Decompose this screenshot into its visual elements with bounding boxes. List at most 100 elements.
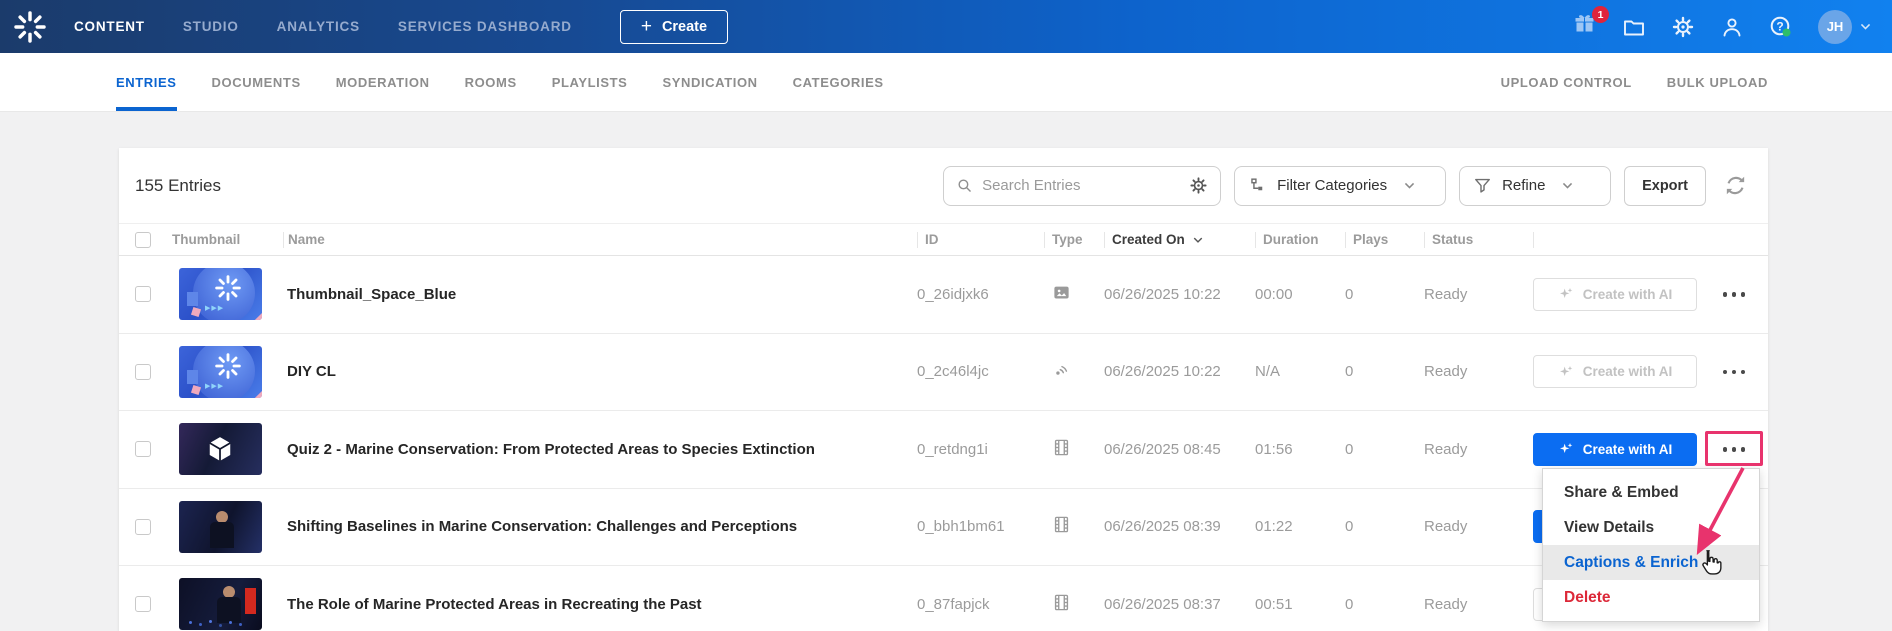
table-header: Thumbnail Name ID Type Created On Durati… xyxy=(119,223,1768,256)
filter-categories-label: Filter Categories xyxy=(1277,177,1387,194)
thumbnail-image[interactable] xyxy=(179,501,262,553)
refresh-icon[interactable] xyxy=(1723,173,1748,198)
nav-item-services-dashboard[interactable]: SERVICES DASHBOARD xyxy=(398,19,572,34)
tab-categories[interactable]: CATEGORIES xyxy=(793,53,884,111)
chevron-down-icon xyxy=(1561,179,1574,192)
tab-rooms[interactable]: ROOMS xyxy=(465,53,517,111)
gift-icon[interactable]: 1 xyxy=(1572,12,1597,41)
refine-dropdown[interactable]: Refine xyxy=(1459,166,1611,206)
search-box[interactable] xyxy=(943,166,1221,206)
row-checkbox[interactable] xyxy=(135,286,151,302)
entries-toolbar: 155 Entries Filter Categories Refine Exp… xyxy=(119,148,1768,223)
create-button[interactable]: + Create xyxy=(620,10,728,44)
tab-upload-control[interactable]: UPLOAD CONTROL xyxy=(1501,53,1632,111)
thumbnail-image[interactable] xyxy=(179,423,262,475)
entry-plays: 0 xyxy=(1345,441,1424,458)
col-status[interactable]: Status xyxy=(1424,232,1533,248)
quiz-cube-icon xyxy=(205,434,235,464)
entry-name[interactable]: The Role of Marine Protected Areas in Re… xyxy=(283,596,917,613)
entry-name[interactable]: DIY CL xyxy=(283,363,917,380)
create-with-ai-button: Create with AI xyxy=(1533,355,1697,388)
thumbnail-image[interactable]: ▶▶▶ xyxy=(179,346,262,398)
row-actions-menu: Share & Embed View Details Captions & En… xyxy=(1542,468,1760,622)
more-actions-button[interactable] xyxy=(1712,282,1756,307)
notification-badge: 1 xyxy=(1592,6,1609,23)
sparkle-icon xyxy=(1558,441,1574,457)
entry-duration: 01:56 xyxy=(1255,441,1345,458)
more-actions-button[interactable] xyxy=(1712,437,1756,462)
entry-name[interactable]: Thumbnail_Space_Blue xyxy=(283,286,917,303)
entry-plays: 0 xyxy=(1345,596,1424,613)
table-row: Shifting Baselines in Marine Conservatio… xyxy=(119,489,1768,567)
nav-item-analytics[interactable]: ANALYTICS xyxy=(277,19,360,34)
row-checkbox[interactable] xyxy=(135,519,151,535)
tab-syndication[interactable]: SYNDICATION xyxy=(662,53,757,111)
folder-icon[interactable] xyxy=(1622,15,1646,39)
create-with-ai-button[interactable]: Create with AI xyxy=(1533,433,1697,466)
entries-count: 155 Entries xyxy=(135,176,221,196)
entry-duration: 00:51 xyxy=(1255,596,1345,613)
row-checkbox[interactable] xyxy=(135,596,151,612)
entry-created: 06/26/2025 10:22 xyxy=(1104,363,1255,380)
category-tree-icon xyxy=(1248,176,1267,195)
menu-item-captions-enrich[interactable]: Captions & Enrich xyxy=(1543,545,1759,580)
live-icon xyxy=(1052,360,1071,379)
entry-plays: 0 xyxy=(1345,363,1424,380)
tab-documents[interactable]: DOCUMENTS xyxy=(212,53,301,111)
thumbnail-image[interactable]: ▶▶▶ xyxy=(179,268,262,320)
user-menu[interactable]: JH xyxy=(1818,10,1872,44)
image-icon xyxy=(1052,283,1071,302)
tab-entries[interactable]: ENTRIES xyxy=(116,53,177,111)
more-actions-button[interactable] xyxy=(1712,360,1756,385)
select-all-checkbox[interactable] xyxy=(135,232,151,248)
col-created-on[interactable]: Created On xyxy=(1104,232,1255,248)
entry-id: 0_26idjxk6 xyxy=(917,286,1044,303)
sparkle-icon xyxy=(1558,286,1574,302)
tab-playlists[interactable]: PLAYLISTS xyxy=(552,53,628,111)
status-badge: Ready xyxy=(1424,596,1533,613)
filter-categories-dropdown[interactable]: Filter Categories xyxy=(1234,166,1446,206)
row-checkbox[interactable] xyxy=(135,364,151,380)
entry-plays: 0 xyxy=(1345,286,1424,303)
sparkle-icon xyxy=(1558,364,1574,380)
starburst-icon xyxy=(215,275,241,301)
row-checkbox[interactable] xyxy=(135,441,151,457)
film-icon xyxy=(1052,515,1071,534)
person-icon[interactable] xyxy=(1720,15,1744,39)
col-plays[interactable]: Plays xyxy=(1345,232,1424,248)
sort-desc-icon xyxy=(1192,234,1204,246)
create-with-ai-button: Create with AI xyxy=(1533,278,1697,311)
create-button-label: Create xyxy=(662,19,707,35)
table-row: The Role of Marine Protected Areas in Re… xyxy=(119,566,1768,631)
table-row: ▶▶▶ Thumbnail_Space_Blue 0_26idjxk6 06/2… xyxy=(119,256,1768,334)
tab-moderation[interactable]: MODERATION xyxy=(336,53,430,111)
entry-id: 0_bbh1bm61 xyxy=(917,518,1044,535)
table-row: Quiz 2 - Marine Conservation: From Prote… xyxy=(119,411,1768,489)
search-settings-gear-icon[interactable] xyxy=(1189,176,1208,195)
thumbnail-image[interactable] xyxy=(179,578,262,630)
help-icon[interactable]: ? xyxy=(1769,15,1793,39)
entry-name[interactable]: Shifting Baselines in Marine Conservatio… xyxy=(283,518,917,535)
avatar[interactable]: JH xyxy=(1818,10,1852,44)
menu-item-view-details[interactable]: View Details xyxy=(1543,510,1759,545)
entry-name[interactable]: Quiz 2 - Marine Conservation: From Prote… xyxy=(283,441,917,458)
col-id[interactable]: ID xyxy=(917,232,1044,248)
search-input[interactable] xyxy=(982,177,1180,194)
nav-item-studio[interactable]: STUDIO xyxy=(183,19,239,34)
status-badge: Ready xyxy=(1424,286,1533,303)
chevron-down-icon xyxy=(1403,179,1416,192)
top-navbar: CONTENT STUDIO ANALYTICS SERVICES DASHBO… xyxy=(0,0,1892,53)
gear-icon[interactable] xyxy=(1671,15,1695,39)
entry-created: 06/26/2025 10:22 xyxy=(1104,286,1255,303)
col-type[interactable]: Type xyxy=(1044,232,1104,248)
col-duration[interactable]: Duration xyxy=(1255,232,1345,248)
kaltura-logo-icon[interactable] xyxy=(14,11,46,43)
navbar-right-icons: 1 ? JH xyxy=(1572,10,1872,44)
tab-bulk-upload[interactable]: BULK UPLOAD xyxy=(1667,53,1768,111)
menu-item-delete[interactable]: Delete xyxy=(1543,580,1759,615)
menu-item-share-embed[interactable]: Share & Embed xyxy=(1543,475,1759,510)
status-badge: Ready xyxy=(1424,363,1533,380)
col-name[interactable]: Name xyxy=(283,232,917,248)
export-button[interactable]: Export xyxy=(1624,166,1706,206)
nav-item-content[interactable]: CONTENT xyxy=(74,19,145,34)
